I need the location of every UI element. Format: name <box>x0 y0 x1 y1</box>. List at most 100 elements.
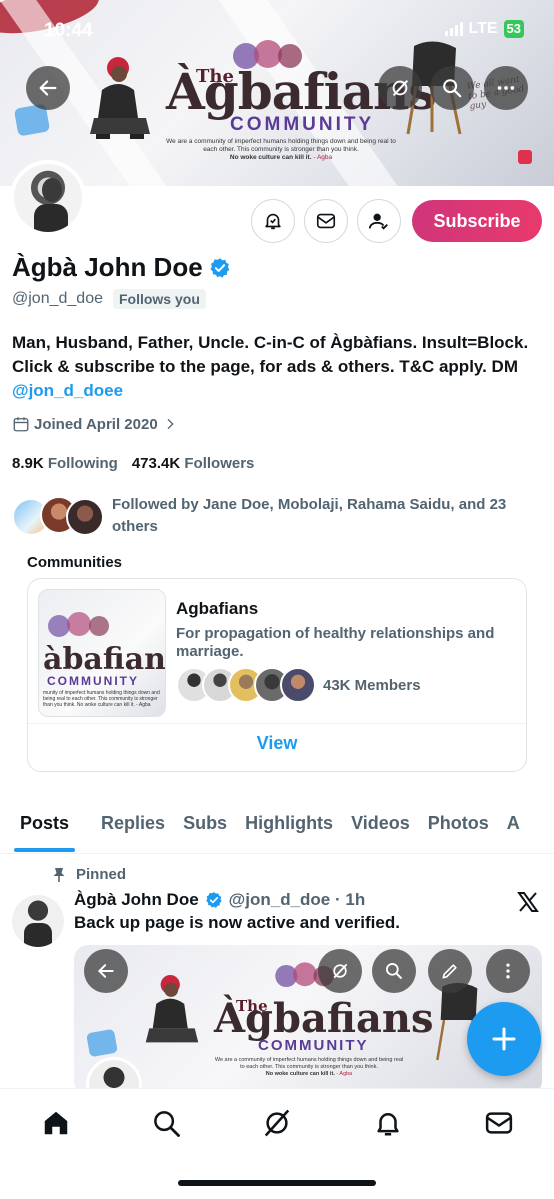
nav-notifications[interactable] <box>368 1103 408 1143</box>
subscribe-button[interactable]: Subscribe <box>412 200 542 242</box>
home-icon <box>44 1111 68 1135</box>
followers-stat[interactable]: 473.4K Followers <box>132 455 255 472</box>
community-card[interactable]: àbafians COMMUNITY munity of imperfect h… <box>27 578 527 772</box>
grok-button[interactable] <box>378 66 422 110</box>
tab-replies[interactable]: Replies <box>101 800 165 853</box>
followers-count: 473.4K <box>131 455 181 472</box>
media-title: Àgbafians <box>214 995 434 1042</box>
profile-name-row: Àgbà John Doe <box>12 252 231 283</box>
media-tagline-text: We are a community of imperfect humans h… <box>214 1057 404 1070</box>
community-description: For propagation of healthy relationships… <box>176 625 495 660</box>
profile-tabs: Posts Replies Subs Highlights Videos Pho… <box>0 800 554 854</box>
banner-community-text: COMMUNITY <box>230 114 375 135</box>
back-button[interactable] <box>26 66 70 110</box>
nav-grok[interactable] <box>257 1103 297 1143</box>
more-button[interactable] <box>484 66 528 110</box>
grok-icon <box>392 79 409 97</box>
community-member-avatars <box>176 667 316 707</box>
chevron-right-icon <box>167 418 174 430</box>
calendar-icon <box>13 417 29 432</box>
pencil-icon <box>442 964 457 979</box>
avatar-head <box>42 178 62 202</box>
tab-videos[interactable]: Videos <box>351 800 410 853</box>
more-vertical-icon <box>506 963 510 979</box>
person-check-icon <box>368 213 388 230</box>
follows-you-badge: Follows you <box>112 289 206 309</box>
handle-row: @jon_d_doe Follows you <box>12 289 206 309</box>
banner-tagline-text: We are a community of imperfect humans h… <box>166 138 396 153</box>
message-button[interactable] <box>304 199 348 243</box>
joined-date[interactable]: Joined April 2020 <box>12 415 178 433</box>
community-name: Agbafians <box>176 599 259 618</box>
envelope-icon <box>316 213 336 229</box>
profile-avatar[interactable] <box>10 160 86 236</box>
post-header: Àgbà John Doe @jon_d_doe · 1h <box>74 890 365 910</box>
following-label: Following <box>47 455 118 472</box>
media-edit-button <box>428 949 472 993</box>
more-icon <box>497 86 515 90</box>
followed-by-section[interactable]: Followed by Jane Doe, Mobolaji, Rahama S… <box>12 494 532 538</box>
search-button[interactable] <box>430 66 474 110</box>
pinned-label: Pinned <box>76 866 127 883</box>
media-more-button <box>486 949 530 993</box>
profile-handle: @jon_d_doe <box>12 290 103 307</box>
media-person-figure <box>145 975 199 1043</box>
compose-button[interactable] <box>467 1002 541 1076</box>
home-indicator <box>178 1180 376 1186</box>
search-icon <box>386 963 403 980</box>
thumbnail-faces-illustration <box>48 612 109 637</box>
media-tagline: We are a community of imperfect humans h… <box>214 1057 404 1078</box>
bell-check-icon <box>265 213 281 230</box>
thumbnail-tagline: munity of imperfect humans holding thing… <box>43 690 160 708</box>
network-label: LTE <box>468 20 498 37</box>
banner-tagline-emphasis: No woke culture can kill it. <box>229 154 312 161</box>
follow-stats: 8.9K Following 473.4K Followers <box>12 455 254 472</box>
post-author-name[interactable]: Àgbà John Doe <box>74 890 199 910</box>
tab-articles[interactable]: A <box>507 800 520 853</box>
followed-by-avatars <box>12 494 104 536</box>
notifications-icon <box>377 1113 399 1136</box>
grok-icon <box>264 1109 290 1137</box>
thumbnail-title: àbafians <box>43 642 166 677</box>
post-text: Back up page is now active and verified. <box>74 913 400 932</box>
communities-label: Communities <box>27 554 123 571</box>
status-time: 10:44 <box>44 20 93 41</box>
media-tagline-emphasis: No woke culture can kill it. <box>265 1071 335 1077</box>
profile-name: Àgbà John Doe <box>12 252 203 282</box>
notifications-toggle-button[interactable] <box>251 199 295 243</box>
media-community-text: COMMUNITY <box>258 1037 369 1054</box>
community-view-button[interactable]: View <box>28 733 526 754</box>
nav-search[interactable] <box>146 1103 186 1143</box>
nav-messages[interactable] <box>479 1103 519 1143</box>
x-logo-icon[interactable] <box>516 890 540 914</box>
pin-icon <box>53 867 65 882</box>
media-bird-badge <box>86 1028 118 1058</box>
thumbnail-community-text: COMMUNITY <box>47 674 139 688</box>
verified-badge-icon <box>205 892 222 908</box>
bio-mention-link[interactable]: @jon_d_doee <box>12 381 123 400</box>
tab-subs[interactable]: Subs <box>183 800 227 853</box>
joined-date-text: Joined April 2020 <box>34 415 158 433</box>
search-icon <box>154 1111 180 1137</box>
media-signature: - Agba <box>336 1071 353 1077</box>
tab-photos[interactable]: Photos <box>428 800 489 853</box>
banner-person-figure <box>90 57 150 139</box>
tab-highlights[interactable]: Highlights <box>245 800 333 853</box>
pinned-indicator: Pinned <box>52 866 126 883</box>
messages-icon <box>485 1112 513 1134</box>
signal-icon <box>444 22 463 36</box>
tab-posts[interactable]: Posts <box>13 800 76 853</box>
nav-home[interactable] <box>36 1103 76 1143</box>
battery-icon: 53 <box>503 20 524 38</box>
status-indicators: LTE 53 <box>444 20 524 38</box>
post-author-avatar[interactable] <box>12 895 64 947</box>
member-avatar <box>280 667 316 703</box>
search-icon <box>443 79 462 98</box>
grok-icon <box>333 963 348 979</box>
plus-icon <box>492 1027 516 1051</box>
following-stat[interactable]: 8.9K Following <box>12 455 118 472</box>
media-grok-button <box>318 949 362 993</box>
community-members-count: 43K Members <box>323 677 421 694</box>
back-arrow-icon <box>39 80 57 96</box>
following-button[interactable] <box>357 199 401 243</box>
